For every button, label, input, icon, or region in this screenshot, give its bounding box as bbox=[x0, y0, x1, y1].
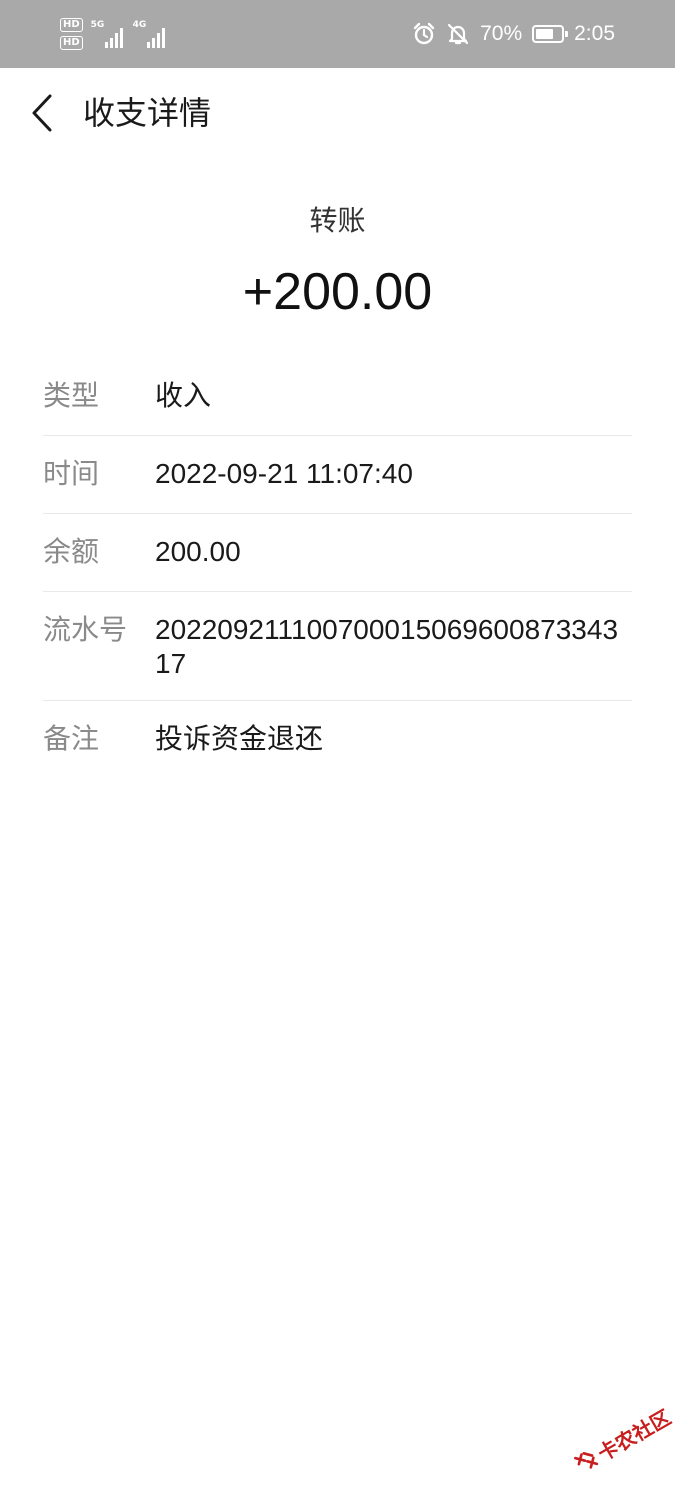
signal-4g: 4G bbox=[133, 20, 167, 48]
network-indicators: HD HD 5G 4G bbox=[60, 14, 167, 54]
signal-5g: 5G bbox=[91, 20, 125, 48]
battery-tip bbox=[565, 31, 569, 37]
detail-label: 类型 bbox=[43, 379, 100, 412]
app-header: 收支详情 bbox=[0, 68, 675, 158]
transaction-amount: +200.00 bbox=[242, 263, 433, 321]
network-type-label: 5G bbox=[90, 20, 105, 30]
watermark-text: 卡农社区 bbox=[593, 1404, 675, 1466]
mute-bell-icon bbox=[447, 23, 469, 45]
hd-badge: HD bbox=[60, 36, 83, 50]
detail-row-serial: 流水号 20220921110070001506960087334317 bbox=[43, 592, 632, 701]
chevron-left-icon bbox=[32, 94, 52, 132]
detail-label: 余额 bbox=[43, 535, 100, 568]
detail-row-note: 备注 投诉资金退还 bbox=[43, 701, 632, 778]
transaction-type: 转账 bbox=[309, 204, 366, 237]
detail-row-time: 时间 2022-09-21 11:07:40 bbox=[43, 436, 632, 514]
status-bar: HD HD 5G 4G 70% 2:05 bbox=[0, 0, 675, 68]
hd-badges: HD HD bbox=[60, 18, 83, 50]
signal-icon bbox=[104, 28, 123, 48]
detail-value: 投诉资金退还 bbox=[155, 722, 324, 755]
page-title: 收支详情 bbox=[83, 94, 212, 132]
detail-row-balance: 余额 200.00 bbox=[43, 514, 632, 592]
battery-icon bbox=[532, 25, 569, 43]
detail-value: 收入 bbox=[155, 379, 212, 412]
watermark: 卡农社区 bbox=[557, 1379, 675, 1501]
back-button[interactable] bbox=[22, 90, 62, 136]
hd-badge: HD bbox=[60, 18, 83, 32]
detail-label: 流水号 bbox=[43, 613, 128, 646]
detail-value: 2022-09-21 11:07:40 bbox=[155, 458, 413, 489]
clock: 2:05 bbox=[574, 22, 615, 45]
battery-percent: 70% bbox=[480, 22, 523, 45]
signal-icon bbox=[146, 28, 165, 48]
detail-label: 时间 bbox=[43, 457, 100, 490]
battery-level bbox=[536, 29, 554, 39]
transaction-summary: 转账 +200.00 bbox=[0, 195, 675, 327]
detail-value: 20220921110070001506960087334317 bbox=[155, 614, 619, 679]
detail-value: 200.00 bbox=[155, 536, 241, 567]
alarm-icon bbox=[413, 22, 435, 45]
network-type-label: 4G bbox=[132, 20, 147, 30]
detail-row-type: 类型 收入 bbox=[43, 358, 632, 436]
detail-label: 备注 bbox=[43, 722, 100, 755]
status-right: 70% 2:05 bbox=[412, 14, 615, 54]
transaction-details: 类型 收入 时间 2022-09-21 11:07:40 余额 200.00 流… bbox=[43, 358, 632, 778]
